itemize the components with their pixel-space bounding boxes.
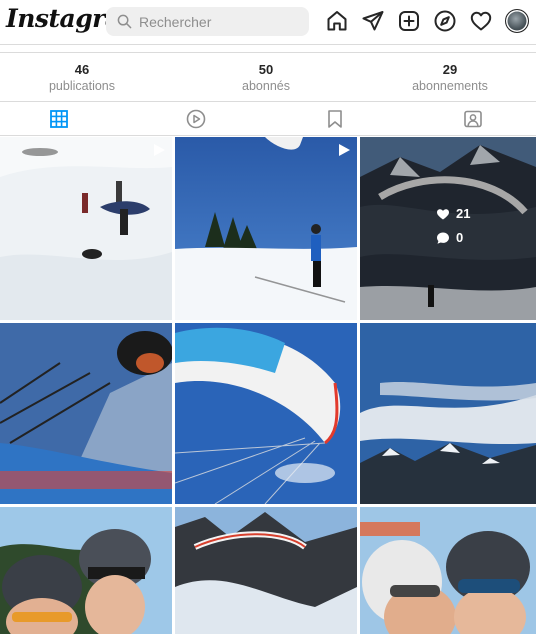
grid-icon xyxy=(50,110,68,128)
likes-count: 21 xyxy=(456,206,471,221)
stat-label: publications xyxy=(48,79,115,93)
post-image xyxy=(0,323,172,504)
post-image xyxy=(0,507,172,634)
tagged-icon xyxy=(464,110,482,128)
comment-icon xyxy=(437,232,449,244)
tab-saved[interactable] xyxy=(324,108,346,130)
reels-play-icon xyxy=(186,109,206,129)
likes-count-row: 21 xyxy=(436,206,470,221)
post-thumbnail[interactable] xyxy=(360,507,536,634)
stat-label: abonnements xyxy=(412,79,488,93)
post-thumbnail[interactable] xyxy=(175,507,357,634)
search-box[interactable] xyxy=(106,7,309,36)
activity-heart-icon[interactable] xyxy=(469,9,493,33)
post-image xyxy=(360,507,536,634)
post-image xyxy=(175,323,357,504)
post-image xyxy=(360,323,536,504)
header-divider xyxy=(0,44,536,45)
bookmark-icon xyxy=(328,110,342,128)
video-indicator-icon xyxy=(154,144,165,156)
comments-count-row: 0 xyxy=(436,230,463,245)
heart-icon xyxy=(437,208,449,219)
posts-grid: 21 0 xyxy=(0,137,536,634)
stat-count: 46 xyxy=(74,62,90,77)
profile-tabs xyxy=(0,102,536,136)
top-navigation-bar: Instagram xyxy=(0,0,536,44)
direct-message-icon[interactable] xyxy=(361,9,385,33)
post-image xyxy=(0,137,172,320)
search-icon xyxy=(117,14,132,29)
video-indicator-icon xyxy=(339,144,350,156)
explore-icon[interactable] xyxy=(433,9,457,33)
post-thumbnail[interactable] xyxy=(0,323,172,504)
new-post-icon[interactable] xyxy=(397,9,421,33)
post-thumbnail[interactable] xyxy=(175,323,357,504)
stat-count: 50 xyxy=(258,62,274,77)
profile-avatar[interactable] xyxy=(505,9,529,33)
stat-count: 29 xyxy=(442,62,458,77)
post-image xyxy=(175,507,357,634)
comments-count: 0 xyxy=(456,230,464,245)
stat-label: abonnés xyxy=(242,79,290,93)
stat-publications[interactable]: 46 publications xyxy=(12,62,152,94)
post-image xyxy=(175,137,357,320)
home-icon[interactable] xyxy=(325,9,349,33)
tab-tagged[interactable] xyxy=(462,108,484,130)
post-thumbnail[interactable] xyxy=(175,137,357,320)
tab-posts[interactable] xyxy=(48,108,70,130)
post-thumbnail[interactable] xyxy=(360,323,536,504)
post-thumbnail[interactable] xyxy=(0,507,172,634)
hover-overlay xyxy=(360,137,536,320)
post-thumbnail-hovered[interactable]: 21 0 xyxy=(360,137,536,320)
stat-followers[interactable]: 50 abonnés xyxy=(196,62,336,94)
search-input[interactable] xyxy=(139,11,299,32)
stat-following[interactable]: 29 abonnements xyxy=(380,62,520,94)
profile-stats: 46 publications 50 abonnés 29 abonnement… xyxy=(0,52,536,102)
tab-reels[interactable] xyxy=(185,108,207,130)
post-thumbnail[interactable] xyxy=(0,137,172,320)
